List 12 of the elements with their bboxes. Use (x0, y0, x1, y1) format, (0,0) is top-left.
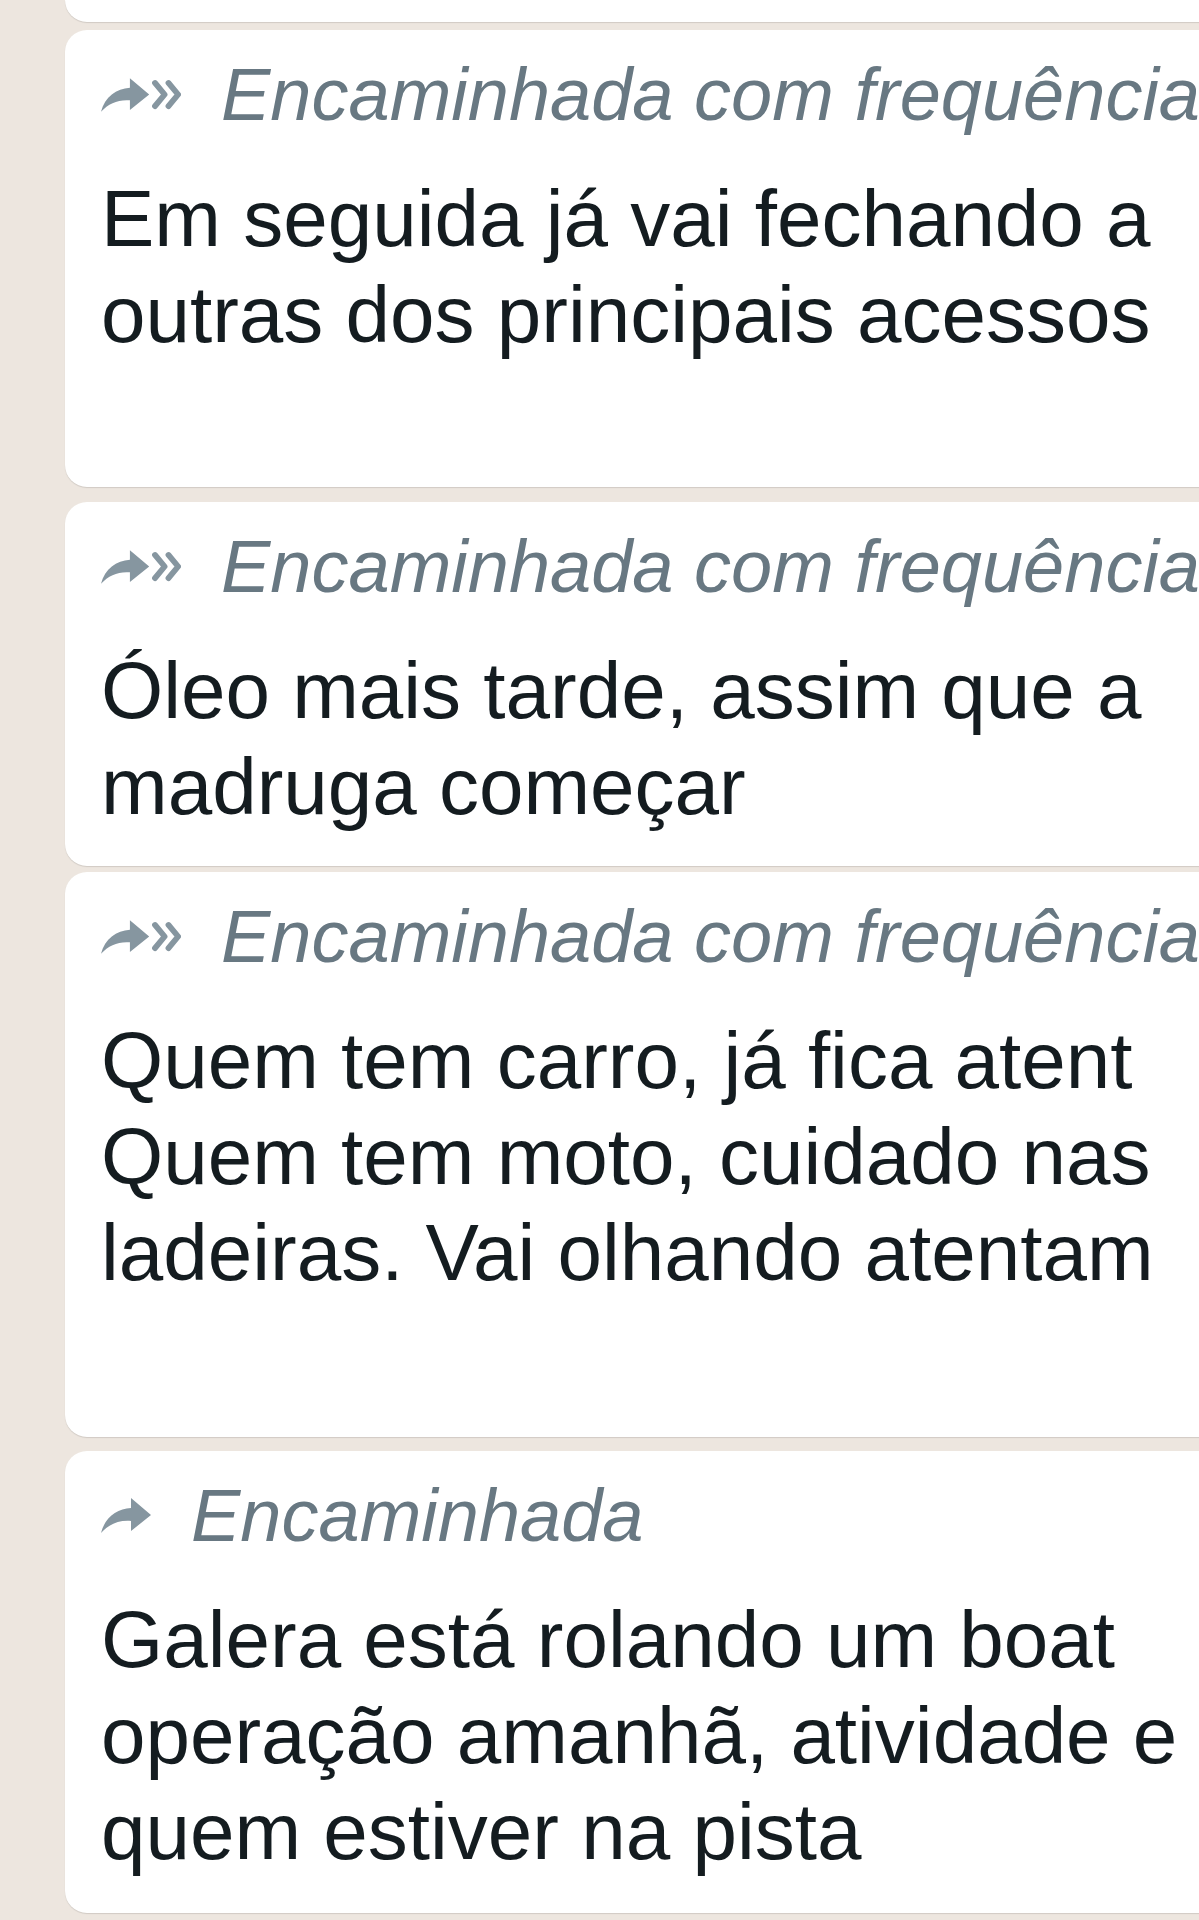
message-text: Galera está rolando um boat operação amanhã, atividade e quem estiver na pista (101, 1594, 1178, 1878)
forwarded-label: Encaminhada com frequência (221, 524, 1199, 610)
forwarded-label: Encaminhada com frequência (221, 894, 1199, 980)
double-forward-arrow-icon (101, 919, 181, 954)
double-forward-arrow-icon (101, 549, 181, 584)
message-text: Em seguida já vai fechando a outras dos principais acessos (101, 173, 1151, 361)
message-text: Óleo mais tarde, assim que a madruga começar (101, 645, 1142, 833)
forwarded-label: Encaminhada (191, 1473, 644, 1559)
double-forward-arrow-icon (101, 77, 181, 112)
forwarded-label: Encaminhada com frequência (221, 52, 1199, 138)
message-text: Quem tem carro, já fica atent Quem tem moto, cuidado nas ladeiras. Vai olhando atentam (101, 1015, 1154, 1299)
forward-arrow-icon (101, 1498, 151, 1533)
